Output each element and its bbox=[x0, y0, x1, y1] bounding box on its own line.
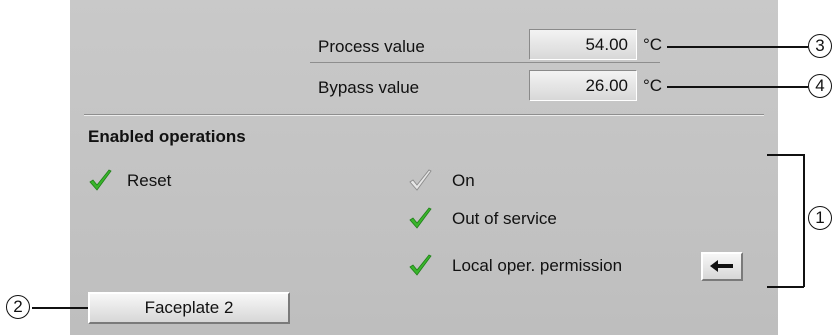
process-value-field[interactable]: 54.00 bbox=[529, 29, 637, 60]
callout-2: 2 bbox=[6, 295, 30, 319]
process-value-label: Process value bbox=[318, 37, 425, 56]
callout-3-line bbox=[667, 46, 808, 48]
reset-label: Reset bbox=[127, 171, 172, 190]
callout-1: 1 bbox=[808, 206, 832, 230]
arrow-left-icon bbox=[710, 260, 733, 272]
faceplate-2-button[interactable]: Faceplate 2 bbox=[88, 292, 290, 324]
check-green-icon bbox=[409, 254, 432, 276]
local-permission-arrow-button[interactable] bbox=[701, 252, 743, 281]
check-green-icon bbox=[89, 169, 112, 191]
bypass-value-label: Bypass value bbox=[318, 78, 420, 97]
out-of-service-label: Out of service bbox=[452, 209, 557, 228]
enabled-operations-heading: Enabled operations bbox=[88, 127, 246, 146]
local-permission-label: Local oper. permission bbox=[452, 256, 623, 275]
check-grey-icon bbox=[409, 169, 432, 191]
bypass-value-unit: °C bbox=[643, 76, 663, 95]
callout-4-line bbox=[667, 86, 808, 88]
on-label: On bbox=[452, 171, 475, 190]
process-value-unit: °C bbox=[643, 35, 663, 54]
bracket-1-bottom bbox=[767, 286, 804, 288]
callout-3: 3 bbox=[808, 34, 832, 58]
section-divider-highlight bbox=[84, 115, 764, 116]
bracket-1-vertical bbox=[803, 154, 805, 287]
bypass-value-field[interactable]: 26.00 bbox=[529, 70, 637, 101]
separator-line bbox=[310, 62, 660, 63]
bracket-1-top bbox=[767, 154, 804, 156]
check-green-icon bbox=[409, 207, 432, 229]
callout-4: 4 bbox=[808, 74, 832, 98]
callout-2-line bbox=[32, 307, 88, 309]
